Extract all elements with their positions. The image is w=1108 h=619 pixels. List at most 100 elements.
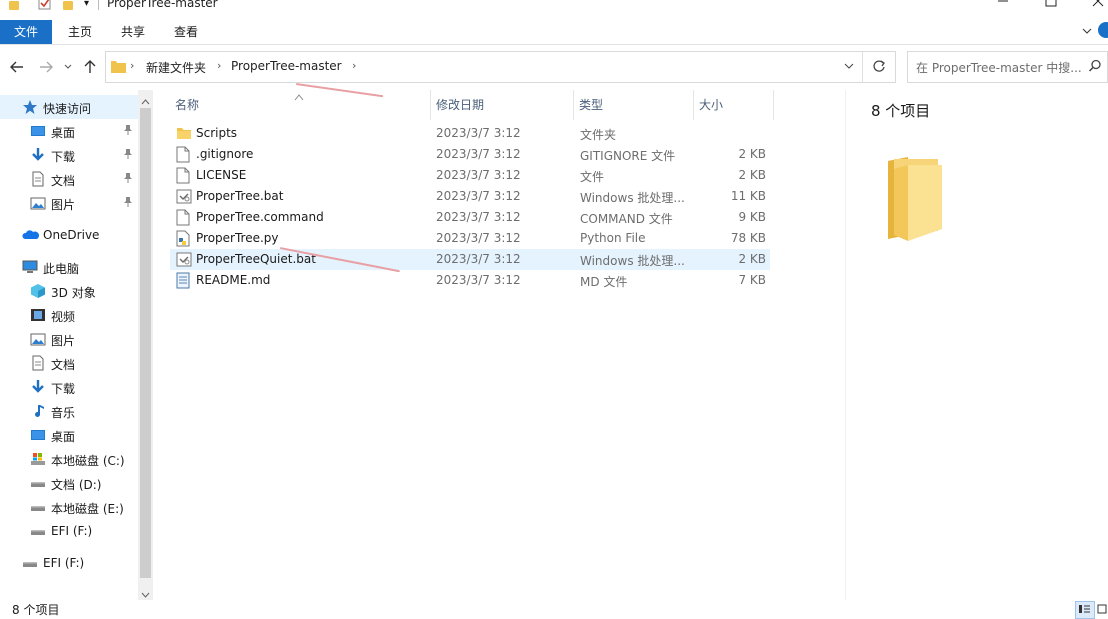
file-row-gitignore[interactable]: .gitignore 2023/3/7 3:12 GITIGNORE 文件 2 KB — [170, 144, 770, 165]
file-size: 7 KB — [738, 273, 766, 287]
scroll-thumb[interactable] — [140, 108, 151, 578]
sidebar-scrollbar[interactable] — [138, 90, 153, 600]
search-icon[interactable] — [1088, 59, 1102, 73]
details-view-icon[interactable] — [1075, 601, 1095, 619]
sidebar-item-onedrive[interactable]: OneDrive — [0, 223, 138, 247]
file-type: Python File — [580, 231, 646, 245]
sidebar-item-item-9[interactable]: 图片 — [0, 327, 138, 351]
sort-ascending-caret-icon — [294, 90, 304, 101]
breadcrumb-chevron-icon[interactable]: › — [217, 59, 221, 72]
file-date: 2023/3/7 3:12 — [436, 126, 521, 140]
quick-access-dropdown-icon[interactable]: ▾ — [84, 0, 89, 14]
sidebar-item-d[interactable]: 文档 (D:) — [0, 471, 138, 495]
tab-share[interactable]: 共享 — [111, 20, 155, 44]
properties-check-icon[interactable] — [38, 0, 52, 12]
sidebar-item-label: 下载 — [51, 150, 76, 164]
scroll-up-icon[interactable] — [141, 94, 150, 108]
maximize-icon[interactable] — [1044, 0, 1058, 8]
sidebar-item-item-13[interactable]: 桌面 — [0, 423, 138, 447]
minimize-icon[interactable] — [996, 0, 1010, 8]
sidebar-item-label: 桌面 — [51, 430, 76, 444]
breadcrumb-chevron-icon[interactable]: › — [130, 59, 134, 72]
star-icon — [22, 99, 38, 115]
music-note-icon — [30, 403, 46, 419]
sidebar-item-item-1[interactable]: 桌面 — [0, 119, 138, 143]
large-icons-view-icon[interactable] — [1097, 603, 1107, 615]
file-row-readme-md[interactable]: README.md 2023/3/7 3:12 MD 文件 7 KB — [170, 270, 770, 291]
back-arrow-icon[interactable] — [8, 58, 26, 76]
sidebar-item-item-0[interactable]: 快速访问 — [0, 95, 138, 119]
drive-icon — [22, 555, 38, 571]
close-icon[interactable] — [1091, 0, 1105, 8]
new-folder-mini-icon[interactable] — [63, 0, 73, 12]
sidebar-item-item-6[interactable]: 此电脑 — [0, 255, 138, 279]
file-size: 2 KB — [738, 252, 766, 266]
sidebar-item-item-11[interactable]: 下载 — [0, 375, 138, 399]
tab-view[interactable]: 查看 — [164, 20, 208, 44]
sidebar-item-label: 下载 — [51, 382, 76, 396]
batch-file-icon — [176, 188, 192, 205]
sidebar-item-item-3[interactable]: 文档 — [0, 167, 138, 191]
drive-icon — [30, 499, 46, 515]
system-drive-icon — [30, 451, 46, 467]
folder-mini-icon — [9, 0, 19, 12]
column-header-size[interactable]: 大小 — [699, 96, 723, 113]
sidebar-item-e[interactable]: 本地磁盘 (E:) — [0, 495, 138, 519]
sidebar-item-item-10[interactable]: 文档 — [0, 351, 138, 375]
search-box[interactable]: 在 ProperTree-master 中搜... — [907, 51, 1108, 83]
file-row-propertree-py[interactable]: ProperTree.py 2023/3/7 3:12 Python File 78 … — [170, 228, 770, 249]
sidebar-item-label: 音乐 — [51, 406, 76, 420]
document-icon — [30, 171, 46, 187]
address-dropdown-icon[interactable] — [843, 60, 855, 72]
sidebar-item-3d[interactable]: 3D 对象 — [0, 279, 138, 303]
sidebar-item-item-12[interactable]: 音乐 — [0, 399, 138, 423]
file-row-propertree-bat[interactable]: ProperTree.bat 2023/3/7 3:12 Windows 批处理..… — [170, 186, 770, 207]
sidebar-item-efi-f[interactable]: EFI (F:) — [0, 519, 138, 543]
batch-file-icon — [176, 251, 192, 268]
file-type: GITIGNORE 文件 — [580, 149, 676, 163]
scroll-down-icon[interactable] — [141, 587, 150, 601]
column-header-date[interactable]: 修改日期 — [436, 96, 484, 113]
refresh-icon[interactable] — [872, 59, 886, 73]
folder-icon — [176, 125, 192, 142]
file-row-license[interactable]: LICENSE 2023/3/7 3:12 文件 2 KB — [170, 165, 770, 186]
file-type: MD 文件 — [580, 275, 628, 289]
file-row-propertree-command[interactable]: ProperTree.command 2023/3/7 3:12 COMMAND 文… — [170, 207, 770, 228]
blank-file-icon — [176, 146, 192, 163]
file-size: 2 KB — [738, 147, 766, 161]
column-header-type[interactable]: 类型 — [579, 96, 603, 113]
desktop-icon — [30, 123, 46, 139]
sidebar-item-item-2[interactable]: 下载 — [0, 143, 138, 167]
help-icon[interactable] — [1098, 22, 1108, 38]
sidebar-item-label: 图片 — [51, 198, 76, 212]
sidebar-item-label: 快速访问 — [43, 102, 92, 116]
recent-locations-chevron-icon[interactable] — [62, 58, 74, 76]
status-bar: 8 个项目 — [0, 600, 1108, 619]
sidebar-item-c[interactable]: 本地磁盘 (C:) — [0, 447, 138, 471]
navigation-pane[interactable]: 快速访问 桌面 下载 文档 图片 OneDrive 此电脑 3D 对象 视频 图片 文档 下载 音乐 桌面… — [0, 90, 153, 600]
file-list-pane[interactable]: 名称 修改日期 类型 大小 Scripts 2023/3/7 3:12 文件夹 .gi… — [154, 90, 844, 600]
sidebar-item-efi-f[interactable]: EFI (F:) — [0, 551, 138, 575]
file-size: 11 KB — [730, 189, 766, 203]
text-file-icon — [176, 272, 192, 289]
breadcrumb-propertree-master[interactable]: ProperTree-master — [231, 59, 342, 73]
window-title: ProperTree-master — [107, 0, 218, 10]
tab-home[interactable]: 主页 — [58, 20, 102, 44]
sidebar-item-item-8[interactable]: 视频 — [0, 303, 138, 327]
up-arrow-icon[interactable] — [81, 58, 99, 76]
expand-ribbon-icon[interactable] — [1080, 24, 1094, 38]
cloud-icon — [22, 227, 40, 243]
forward-arrow-icon[interactable] — [37, 58, 55, 76]
folder-icon — [111, 59, 126, 73]
file-name: ProperTree.py — [196, 231, 279, 245]
breadcrumb-new-folder[interactable]: 新建文件夹 — [146, 59, 206, 76]
address-bar[interactable]: › 新建文件夹 › ProperTree-master › — [105, 51, 896, 83]
column-header-name[interactable]: 名称 — [175, 96, 199, 113]
file-type: Windows 批处理... — [580, 191, 685, 205]
sidebar-item-item-4[interactable]: 图片 — [0, 191, 138, 215]
file-row-propertreequiet-bat[interactable]: ProperTreeQuiet.bat 2023/3/7 3:12 Windows … — [170, 249, 770, 270]
tab-file[interactable]: 文件 — [0, 20, 52, 44]
file-name: ProperTreeQuiet.bat — [196, 252, 316, 266]
breadcrumb-chevron-icon[interactable]: › — [352, 59, 356, 72]
file-row-scripts[interactable]: Scripts 2023/3/7 3:12 文件夹 — [170, 123, 770, 144]
